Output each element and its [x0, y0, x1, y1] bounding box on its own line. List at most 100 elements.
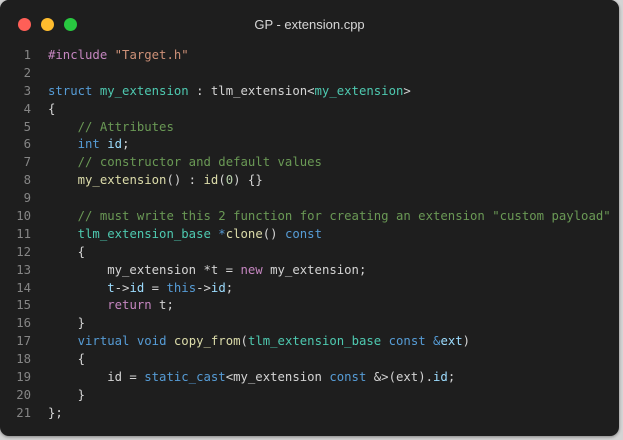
code-line[interactable]: 12 { [0, 244, 619, 262]
code-line[interactable]: 16 } [0, 315, 619, 333]
code-token-plain: t; [151, 298, 174, 313]
code-token-plain: &>(ext). [366, 370, 434, 385]
line-number: 12 [16, 244, 31, 259]
code-text: return t; [48, 297, 174, 315]
code-token-keyword: void [136, 334, 167, 349]
code-text: } [48, 387, 85, 405]
code-token-comment: // Attributes [77, 119, 174, 134]
code-line[interactable]: 2 [0, 65, 619, 83]
line-number: 11 [16, 226, 31, 241]
line-number: 18 [16, 352, 31, 367]
code-token-type: tlm_extension_base [247, 334, 382, 349]
code-line[interactable]: 18 { [0, 351, 619, 369]
code-token-type: my_extension [314, 83, 404, 98]
code-line[interactable]: 13 my_extension *t = new my_extension; [0, 262, 619, 280]
code-line[interactable]: 11 tlm_extension_base *clone() const [0, 226, 619, 244]
code-token-variable: t [107, 280, 115, 295]
line-number: 21 [16, 405, 31, 420]
line-number: 5 [23, 119, 31, 134]
code-token-plain: } [48, 316, 86, 331]
line-number: 4 [23, 101, 31, 116]
code-token-plain: ; [225, 280, 234, 295]
code-text: } [48, 315, 85, 333]
code-token-comment: // must write this 2 function for creati… [77, 209, 611, 224]
code-token-plain: my_extension *t = [48, 262, 241, 277]
code-line[interactable]: 4{ [0, 101, 619, 119]
window-title: GP - extension.cpp [254, 17, 365, 32]
code-token-keyword: virtual [77, 334, 130, 349]
code-text: // must write this 2 function for creati… [48, 208, 611, 226]
line-number: 8 [23, 173, 31, 188]
code-text: // Attributes [48, 119, 174, 137]
code-token-plain: }; [48, 405, 63, 420]
code-token-plain: { [48, 352, 86, 367]
code-text: // constructor and default values [48, 154, 322, 172]
line-number: 9 [23, 191, 31, 206]
code-text: virtual void copy_from(tlm_extension_bas… [48, 333, 470, 351]
code-line[interactable]: 10 // must write this 2 function for cre… [0, 208, 619, 226]
code-token-keyword: static_cast [144, 370, 226, 385]
code-line[interactable]: 6 int id; [0, 136, 619, 154]
code-token-plain: my_extension; [262, 262, 367, 277]
line-number: 15 [16, 298, 31, 313]
code-token-keyword: const [388, 334, 426, 349]
code-line[interactable]: 1 #include "Target.h" [0, 47, 619, 65]
code-line[interactable]: 3 struct my_extension : tlm_extension<my_… [0, 83, 619, 101]
code-token-type: tlm_extension_base [77, 226, 211, 241]
code-text: #include "Target.h" [48, 47, 189, 65]
code-token-plain: } [48, 387, 86, 402]
code-editor[interactable]: 1 #include "Target.h" 2 3 struct my_extensio… [0, 47, 619, 423]
line-number: 3 [23, 83, 31, 98]
line-number: 19 [16, 370, 31, 385]
code-token-plain: : tlm_extension< [188, 83, 315, 98]
code-token-plain: -> [114, 280, 130, 295]
code-text: { [48, 244, 85, 262]
code-token-string: "Target.h" [114, 48, 189, 62]
code-text: t->id = this->id; [48, 280, 233, 298]
code-token-keyword: this [166, 280, 197, 295]
code-line[interactable]: 5 // Attributes [0, 119, 619, 137]
line-number: 2 [23, 65, 31, 80]
code-line[interactable]: 7 // constructor and default values [0, 154, 619, 172]
code-line[interactable]: 8 my_extension() : id(0) {} [0, 172, 619, 190]
code-token-keyword: const [329, 370, 367, 385]
code-text: { [48, 351, 85, 369]
code-token-comment: // constructor and default values [77, 155, 322, 170]
code-token-keyword: * [218, 226, 226, 241]
code-line[interactable]: 19 id = static_cast<my_extension const &… [0, 369, 619, 387]
code-line[interactable]: 20 } [0, 387, 619, 405]
code-token-preprocessor: #include [48, 48, 108, 62]
code-token-plain: ( [240, 334, 248, 349]
code-text: my_extension *t = new my_extension; [48, 262, 366, 280]
code-text: }; [48, 405, 63, 423]
code-line[interactable]: 9 [0, 190, 619, 208]
code-token-variable: id [210, 280, 226, 295]
code-line[interactable]: 14 t->id = this->id; [0, 280, 619, 298]
code-token-function: clone [225, 226, 263, 241]
code-line[interactable]: 21}; [0, 405, 619, 423]
title-bar: GP - extension.cpp [0, 0, 619, 40]
code-token-preprocessor: return [107, 298, 152, 313]
line-number: 20 [16, 387, 31, 402]
code-text: my_extension() : id(0) {} [48, 172, 263, 190]
code-token-function: my_extension [77, 173, 167, 188]
code-token-plain: <my_extension [225, 370, 330, 385]
editor-window: GP - extension.cpp 1 #include "Target.h" 2… [0, 0, 619, 436]
line-number: 10 [16, 209, 31, 224]
code-token-keyword: const [284, 226, 322, 241]
code-token-type: my_extension [99, 83, 189, 98]
code-line[interactable]: 17 virtual void copy_from(tlm_extension_… [0, 333, 619, 351]
code-token-function: id [203, 173, 219, 188]
code-line[interactable]: 15 return t; [0, 297, 619, 315]
code-token-plain: ; [122, 137, 130, 152]
